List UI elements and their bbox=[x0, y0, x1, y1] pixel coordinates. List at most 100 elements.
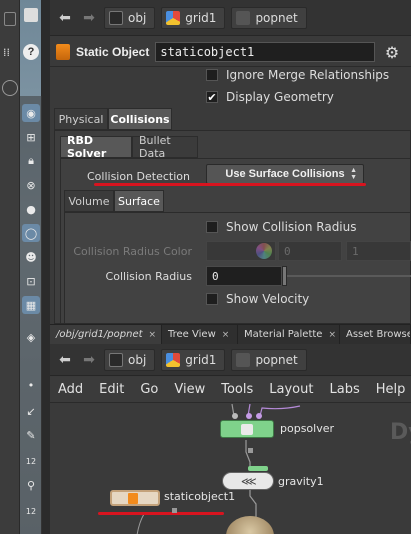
parameter-pane: ⬅ ➡ obj grid1 popnet Static Object stati… bbox=[50, 0, 411, 324]
show-collision-radius-checkbox[interactable] bbox=[206, 221, 218, 233]
gravity-node[interactable]: ⋘ bbox=[222, 472, 274, 490]
menu-tools[interactable]: Tools bbox=[213, 382, 261, 397]
menu-help[interactable]: Help bbox=[368, 382, 411, 397]
tab-physical[interactable]: Physical bbox=[54, 108, 108, 130]
menu-go[interactable]: Go bbox=[132, 382, 166, 397]
pen-icon[interactable]: ✎ bbox=[22, 426, 40, 444]
lock-icon[interactable]: 🔒︎ bbox=[22, 152, 40, 170]
ignore-merge-checkbox-row[interactable]: Ignore Merge Relationships bbox=[206, 68, 389, 82]
separator-line bbox=[50, 66, 411, 67]
collision-detection-value: Use Surface Collisions bbox=[225, 168, 345, 180]
forward-arrow-icon[interactable]: ➡ bbox=[80, 7, 98, 29]
collision-detection-menu[interactable]: Use Surface Collisions ▲ ▼ bbox=[206, 164, 364, 184]
pane-tab-network[interactable]: /obj/grid1/popnet × bbox=[50, 325, 162, 344]
menu-layout[interactable]: Layout bbox=[261, 382, 321, 397]
show-velocity-label: Show Velocity bbox=[226, 292, 310, 306]
display-geometry-checkbox[interactable]: ✔ bbox=[206, 91, 218, 104]
tab-surface[interactable]: Surface bbox=[114, 190, 164, 212]
input-dot[interactable] bbox=[246, 413, 252, 419]
show-collision-radius-row[interactable]: Show Collision Radius bbox=[206, 220, 357, 234]
input-dot[interactable] bbox=[232, 413, 238, 419]
pane-tab-material-palette[interactable]: Material Palette × bbox=[238, 325, 340, 344]
settings-icon[interactable] bbox=[24, 8, 38, 22]
close-icon[interactable]: × bbox=[149, 330, 157, 340]
menu-view[interactable]: View bbox=[166, 382, 213, 397]
render-icon[interactable]: ◈ bbox=[22, 328, 40, 346]
color-r-field: 0 bbox=[278, 241, 342, 261]
tab-bullet-data[interactable]: Bullet Data bbox=[132, 134, 198, 160]
network-menu-bar: Add Edit Go View Tools Layout Labs Help … bbox=[50, 377, 411, 403]
skull-icon[interactable]: ☻ bbox=[22, 248, 40, 266]
node-name-field[interactable]: staticobject1 bbox=[155, 42, 376, 62]
static-object-icon bbox=[56, 44, 70, 60]
gravity-icon: ⋘ bbox=[241, 475, 257, 488]
collision-radius-label: Collision Radius bbox=[105, 270, 192, 283]
menu-spinner-icon: ▲ ▼ bbox=[350, 167, 357, 181]
menu-add[interactable]: Add bbox=[50, 382, 91, 397]
display-geometry-label: Display Geometry bbox=[226, 90, 334, 104]
breadcrumb-grid1[interactable]: grid1 bbox=[161, 348, 226, 371]
menu-edit[interactable]: Edit bbox=[91, 382, 132, 397]
crumb-label: grid1 bbox=[185, 10, 217, 25]
popsolver-label[interactable]: popsolver bbox=[280, 422, 334, 435]
collision-radius-slider-handle[interactable] bbox=[282, 266, 287, 286]
menu-labs[interactable]: Labs bbox=[321, 382, 367, 397]
color-g-field: 1 bbox=[346, 241, 411, 261]
tab-volume[interactable]: Volume bbox=[64, 190, 114, 212]
close-icon[interactable]: × bbox=[328, 330, 336, 340]
breadcrumb-obj[interactable]: obj bbox=[104, 6, 156, 29]
obj-icon bbox=[109, 10, 123, 25]
popsolver-node[interactable] bbox=[220, 420, 274, 438]
shelf-handle-icon[interactable] bbox=[4, 12, 16, 26]
shelf-grid-icon[interactable]: ⁞⁞ bbox=[3, 46, 17, 60]
pane-tab-asset-browser[interactable]: Asset Browser bbox=[340, 325, 411, 344]
viewport-side-toolbar: ◉ ⊞ 🔒︎ ⊗ ● ◯ ☻ ⊡ ▦ ◈ • ↙ ✎ 12 ⚲ 12 bbox=[20, 96, 42, 534]
show-velocity-row[interactable]: Show Velocity bbox=[206, 292, 309, 306]
brush-icon[interactable]: ⚲ bbox=[22, 476, 40, 494]
sphere-icon[interactable]: ● bbox=[22, 200, 40, 218]
network-canvas[interactable]: popsolver ⋘ gravity1 staticobject1 Dy bbox=[50, 404, 411, 534]
light-icon[interactable]: ◯ bbox=[22, 224, 40, 242]
pane-tab-bar: /obj/grid1/popnet × Tree View × Material… bbox=[50, 324, 411, 344]
show-velocity-checkbox[interactable] bbox=[206, 293, 218, 305]
tab-collisions[interactable]: Collisions bbox=[108, 108, 172, 130]
number-icon[interactable]: 12 bbox=[22, 502, 40, 520]
pane-tab-tree-view[interactable]: Tree View × bbox=[162, 325, 238, 344]
crumb-label: obj bbox=[128, 352, 147, 367]
gravity1-label[interactable]: gravity1 bbox=[278, 475, 324, 488]
staticobject1-label[interactable]: staticobject1 bbox=[164, 490, 235, 503]
grid-icon[interactable]: ▦ bbox=[22, 296, 40, 314]
staticobject-node[interactable] bbox=[110, 490, 160, 506]
breadcrumb-popnet[interactable]: popnet bbox=[231, 6, 307, 29]
shelf-dropdown-icon[interactable] bbox=[2, 80, 18, 96]
pane-tab-label: Asset Browser bbox=[346, 329, 411, 340]
crumb-label: obj bbox=[128, 10, 147, 25]
camera-icon[interactable]: ⊡ bbox=[22, 272, 40, 290]
dot-icon[interactable]: • bbox=[22, 376, 40, 394]
breadcrumb-popnet[interactable]: popnet bbox=[231, 348, 307, 371]
display-geometry-checkbox-row[interactable]: ✔ Display Geometry bbox=[206, 90, 334, 104]
collision-radius-field[interactable]: 0 bbox=[206, 266, 282, 286]
back-arrow-icon[interactable]: ⬅ bbox=[56, 7, 74, 29]
input-dot[interactable] bbox=[256, 413, 262, 419]
node-header: Static Object staticobject1 ⚙ bbox=[50, 38, 411, 66]
ignore-merge-checkbox[interactable] bbox=[206, 69, 218, 81]
popnet-icon bbox=[236, 10, 251, 25]
view-icon[interactable]: ◉ bbox=[22, 104, 40, 122]
breadcrumb-grid1[interactable]: grid1 bbox=[161, 6, 226, 29]
breadcrumb-obj[interactable]: obj bbox=[104, 348, 156, 371]
close-icon[interactable]: × bbox=[222, 330, 230, 340]
help-icon[interactable]: ? bbox=[23, 44, 39, 60]
number-icon[interactable]: 12 bbox=[22, 452, 40, 470]
pane-tab-label: Material Palette bbox=[244, 329, 323, 340]
arrow-icon[interactable]: ↙ bbox=[22, 402, 40, 420]
popsolver-icon bbox=[241, 424, 253, 435]
tab-rbd-solver[interactable]: RBD Solver bbox=[60, 134, 132, 160]
snap-icon[interactable]: ⊞ bbox=[22, 128, 40, 146]
gear-icon[interactable]: ⚙ bbox=[381, 41, 403, 63]
back-arrow-icon[interactable]: ⬅ bbox=[56, 349, 74, 371]
forward-arrow-icon[interactable]: ➡ bbox=[80, 349, 98, 371]
collision-radius-slider-track[interactable] bbox=[286, 275, 411, 277]
pane-divider[interactable] bbox=[42, 0, 50, 534]
close-circle-icon[interactable]: ⊗ bbox=[22, 176, 40, 194]
